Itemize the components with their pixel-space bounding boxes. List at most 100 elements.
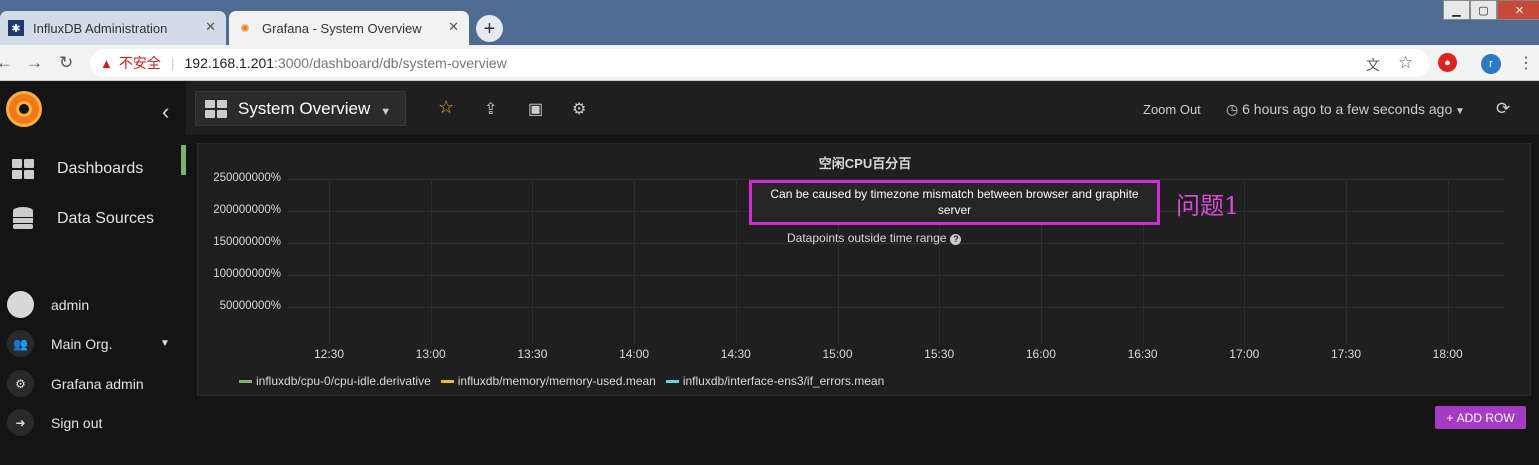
dashboards-icon bbox=[11, 157, 35, 181]
timezone-warning: Can be caused by timezone mismatch betwe… bbox=[749, 180, 1160, 225]
y-gridline bbox=[288, 275, 1504, 276]
legend: influxdb/cpu-0/cpu-idle.derivative influx… bbox=[239, 374, 884, 388]
insecure-label: 不安全 bbox=[118, 55, 161, 71]
help-icon[interactable]: ? bbox=[950, 234, 962, 245]
translate-icon[interactable]: 文 bbox=[1366, 55, 1380, 75]
x-tick-label: 16:00 bbox=[1025, 347, 1056, 361]
add-row-label: ADD ROW bbox=[1456, 410, 1515, 425]
window-close-button[interactable]: ✕ bbox=[1497, 0, 1539, 20]
y-tick-label: 250000000% bbox=[213, 172, 281, 184]
x-tick-label: 13:30 bbox=[517, 347, 548, 361]
reload-icon[interactable]: ↻ bbox=[59, 53, 73, 73]
legend-swatch bbox=[440, 379, 454, 383]
y-tick-label: 200000000% bbox=[213, 204, 281, 216]
dashboard-navbar: System Overview ▼ ☆ ⇪ ▣ ⚙ Zoom Out ◷ 6 h… bbox=[186, 81, 1539, 135]
sidebar-item-sign-out[interactable]: ➜ Sign out bbox=[0, 405, 186, 441]
x-tick-label: 17:00 bbox=[1229, 347, 1260, 361]
gear-icon[interactable]: ⚙ bbox=[572, 99, 586, 119]
minimize-button[interactable]: ▁ bbox=[1443, 0, 1470, 20]
sidebar-item-dashboards[interactable]: Dashboards bbox=[0, 149, 186, 189]
legend-item[interactable]: influxdb/cpu-0/cpu-idle.derivative bbox=[239, 374, 431, 388]
legend-item[interactable]: influxdb/interface-ens3/if_errors.mean bbox=[665, 374, 885, 388]
menu-icon[interactable]: ⋮ bbox=[1518, 53, 1534, 73]
grafana-icon: ✺ bbox=[240, 22, 250, 35]
new-tab-button[interactable]: + bbox=[476, 15, 503, 42]
share-icon[interactable]: ⇪ bbox=[484, 99, 497, 119]
sidebar-org-switcher[interactable]: 👥 Main Org. ▼ bbox=[0, 326, 186, 362]
x-tick-label: 17:30 bbox=[1330, 347, 1362, 361]
save-icon[interactable]: ▣ bbox=[528, 99, 543, 119]
x-tick-label: 13:00 bbox=[415, 347, 446, 361]
sidebar-item-label: Sign out bbox=[51, 415, 103, 431]
panel-title[interactable]: 空闲CPU百分百 bbox=[198, 153, 1532, 172]
sidebar-item-label: Dashboards bbox=[57, 160, 144, 177]
star-bookmark-icon[interactable]: ☆ bbox=[1398, 53, 1413, 73]
legend-label: influxdb/interface-ens3/if_errors.mean bbox=[682, 374, 885, 388]
zoom-out-button[interactable]: Zoom Out bbox=[1143, 102, 1201, 117]
dashboard-picker[interactable]: System Overview ▼ bbox=[195, 91, 406, 126]
address-bar-row: ← → ↻ ▲ 不安全 | 192.168.1.201:3000/dashboa… bbox=[0, 45, 1539, 81]
close-icon[interactable]: ✕ bbox=[205, 19, 216, 35]
sidebar-item-grafana-admin[interactable]: ⚙ Grafana admin bbox=[0, 366, 186, 402]
avatar bbox=[7, 291, 34, 318]
x-tick-label: 15:00 bbox=[822, 347, 853, 361]
user-name: admin bbox=[51, 297, 90, 313]
x-tick-label: 15:30 bbox=[924, 347, 955, 361]
browser-tab-bar: ✱ InfluxDB Administration ✕ ✺ Grafana - … bbox=[0, 0, 1539, 45]
url-input[interactable]: ▲ 不安全 | 192.168.1.201:3000/dashboard/db/… bbox=[90, 49, 1430, 77]
tab-grafana[interactable]: ✺ Grafana - System Overview ✕ bbox=[229, 11, 469, 45]
chevron-left-icon[interactable]: ‹ bbox=[162, 99, 169, 125]
users-icon: 👥 bbox=[7, 330, 34, 357]
add-row-button[interactable]: + ADD ROW bbox=[1435, 406, 1526, 429]
gear-icon: ⚙ bbox=[7, 370, 34, 397]
time-range-label: 6 hours ago to a few seconds ago bbox=[1242, 101, 1453, 117]
url-path: :3000/dashboard/db/system-overview bbox=[274, 55, 507, 71]
datapoints-outside-label: Datapoints outside time range? bbox=[787, 231, 962, 245]
legend-swatch bbox=[665, 379, 679, 383]
x-tick-label: 14:30 bbox=[720, 347, 751, 361]
dashboard-title: System Overview bbox=[238, 98, 371, 118]
x-gridline bbox=[1447, 179, 1449, 344]
y-tick-label: 50000000% bbox=[219, 300, 281, 312]
star-icon[interactable]: ☆ bbox=[438, 97, 454, 118]
influxdb-icon: ✱ bbox=[8, 20, 24, 36]
forward-icon[interactable]: → bbox=[26, 53, 43, 73]
tab-title: Grafana - System Overview bbox=[262, 20, 422, 36]
clock-icon: ◷ bbox=[1226, 101, 1243, 117]
url-separator: | bbox=[170, 55, 175, 71]
y-tick-label: 150000000% bbox=[213, 236, 281, 248]
caret-down-icon: ▼ bbox=[160, 338, 170, 349]
back-icon[interactable]: ← bbox=[0, 53, 13, 73]
extension-icon[interactable]: ● bbox=[1438, 53, 1457, 72]
y-gridline bbox=[288, 307, 1504, 308]
url-host: 192.168.1.201 bbox=[184, 55, 275, 71]
x-gridline bbox=[329, 179, 330, 344]
database-icon bbox=[11, 207, 35, 231]
time-range-picker[interactable]: ◷ 6 hours ago to a few seconds ago ▼ bbox=[1226, 101, 1465, 118]
profile-avatar[interactable]: r bbox=[1481, 54, 1501, 74]
sidebar-item-label: Grafana admin bbox=[51, 376, 144, 392]
x-gridline bbox=[1346, 179, 1347, 344]
sidebar-item-data-sources[interactable]: Data Sources bbox=[0, 199, 186, 239]
grafana-logo[interactable] bbox=[6, 91, 42, 127]
annotation-note: 问题1 bbox=[1176, 192, 1240, 220]
dashboards-icon bbox=[205, 99, 227, 118]
y-tick-label: 100000000% bbox=[213, 268, 281, 280]
maximize-button[interactable]: ▢ bbox=[1470, 0, 1497, 20]
legend-item[interactable]: influxdb/memory/memory-used.mean bbox=[440, 374, 656, 388]
tab-influxdb[interactable]: ✱ InfluxDB Administration ✕ bbox=[0, 11, 226, 45]
plus-icon: + bbox=[1446, 410, 1457, 425]
sidebar-item-label: Data Sources bbox=[57, 210, 154, 227]
sidebar: ‹ Dashboards Data Sources admin 👥 Main O… bbox=[0, 81, 186, 465]
legend-label: influxdb/memory/memory-used.mean bbox=[457, 374, 656, 388]
close-icon[interactable]: ✕ bbox=[448, 19, 459, 35]
x-tick-label: 16:30 bbox=[1127, 347, 1158, 361]
x-gridline bbox=[1244, 179, 1246, 344]
legend-label: influxdb/cpu-0/cpu-idle.derivative bbox=[256, 374, 431, 388]
refresh-icon[interactable]: ⟳ bbox=[1496, 99, 1510, 119]
graph-panel[interactable]: 空闲CPU百分百 250000000% 200000000% 150000000% 1… bbox=[197, 143, 1531, 396]
outside-text: Datapoints outside time range bbox=[787, 231, 947, 245]
sidebar-user-admin[interactable]: admin bbox=[0, 287, 186, 323]
legend-swatch bbox=[239, 379, 252, 383]
x-tick-label: 14:00 bbox=[619, 347, 650, 361]
